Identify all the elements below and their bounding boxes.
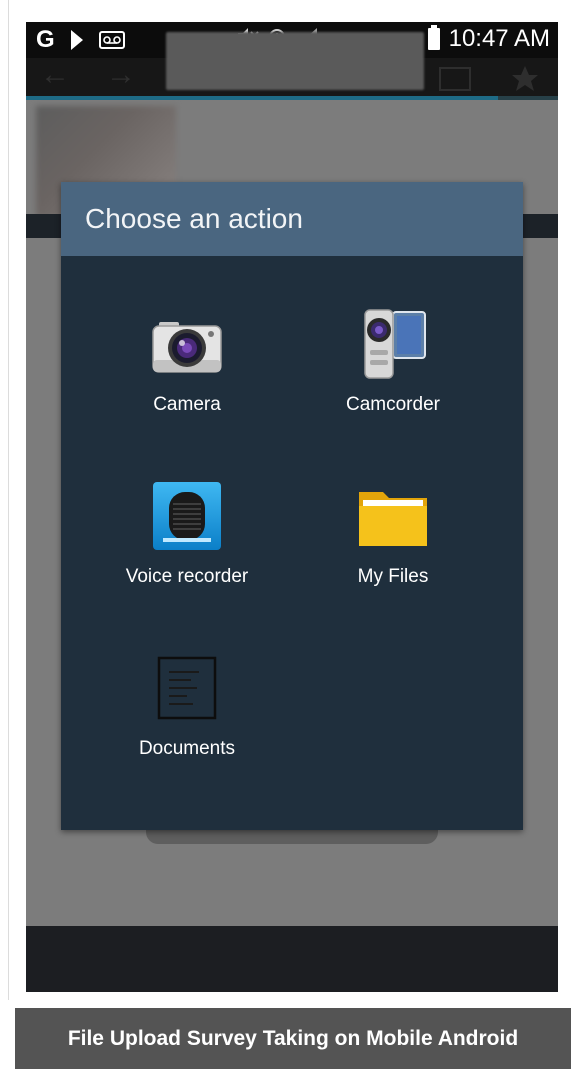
battery-icon [428, 25, 440, 50]
my-files-action[interactable]: My Files [293, 480, 493, 588]
voicemail-icon [98, 31, 125, 49]
forward-arrow-icon[interactable]: → [106, 60, 136, 90]
documents-action[interactable]: Documents [87, 652, 287, 760]
camera-action[interactable]: Camera [87, 308, 287, 416]
google-icon: G [36, 26, 55, 53]
folder-icon [359, 492, 427, 546]
bottom-navigation-bar [26, 926, 558, 992]
choose-action-dialog: Choose an action Camera Camcorder Voice … [61, 182, 523, 830]
voice-recorder-icon [153, 482, 221, 550]
voice-recorder-label: Voice recorder [125, 566, 249, 587]
back-arrow-icon[interactable]: ← [40, 60, 70, 90]
page-divider [8, 0, 9, 1000]
status-time: 10:47 AM [448, 25, 550, 52]
my-files-label: My Files [357, 566, 429, 587]
camera-icon [152, 322, 222, 373]
screenshot-page: G 10:47 AM ← → Choose an action Camera C… [0, 0, 571, 1077]
dialog-title: Choose an action [85, 203, 303, 234]
camcorder-icon [364, 309, 426, 379]
tabs-icon[interactable] [438, 66, 472, 92]
status-left-icons: G [36, 26, 125, 54]
camera-label: Camera [153, 394, 221, 415]
bookmark-star-icon[interactable] [510, 64, 540, 94]
document-icon [157, 656, 217, 720]
voice-recorder-action[interactable]: Voice recorder [87, 480, 287, 588]
camcorder-label: Camcorder [346, 394, 440, 415]
url-bar-blurred [166, 32, 424, 90]
phone-screen: G 10:47 AM ← → Choose an action Camera C… [26, 22, 558, 992]
image-caption: File Upload Survey Taking on Mobile Andr… [15, 1008, 571, 1069]
dialog-header: Choose an action [61, 182, 523, 256]
camcorder-action[interactable]: Camcorder [293, 308, 493, 416]
documents-label: Documents [138, 738, 236, 759]
play-icon [70, 30, 83, 50]
